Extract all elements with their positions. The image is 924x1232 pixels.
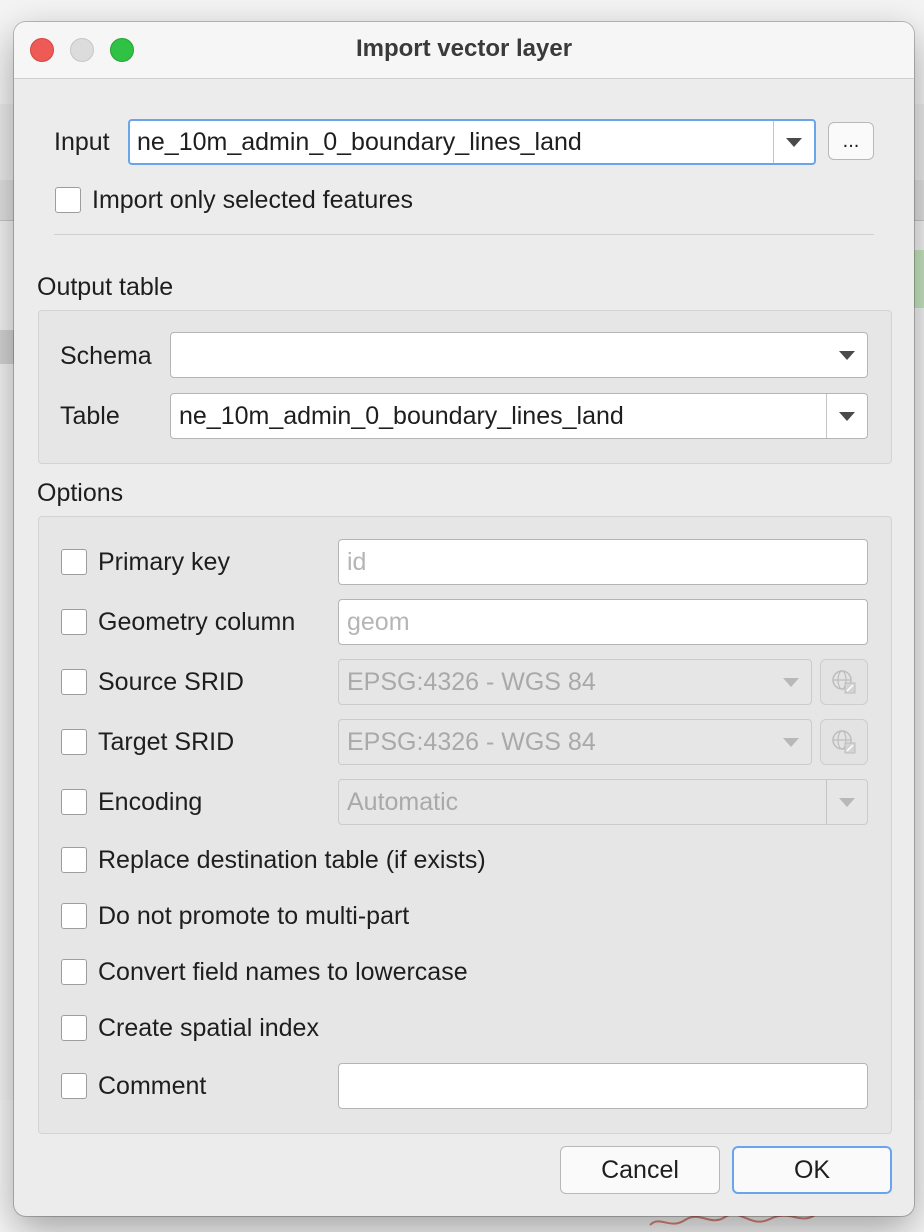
spatial-index-label: Create spatial index	[98, 1014, 319, 1042]
dialog-title: Import vector layer	[355, 35, 573, 62]
import-selected-only-checkbox[interactable]	[55, 187, 81, 213]
input-layer-value: ne_10m_admin_0_boundary_lines_land	[137, 127, 582, 156]
schema-label: Schema	[60, 342, 152, 370]
globe-select-icon	[832, 670, 856, 694]
dialog-titlebar: Import vector layer	[14, 22, 914, 79]
source-srid-label: Source SRID	[98, 668, 244, 696]
target-srid-value: EPSG:4326 - WGS 84	[347, 727, 596, 756]
source-crs-select-button[interactable]	[820, 659, 868, 705]
lowercase-fields-label: Convert field names to lowercase	[98, 958, 468, 986]
table-name-value: ne_10m_admin_0_boundary_lines_land	[179, 401, 624, 430]
no-multipart-label: Do not promote to multi-part	[98, 902, 410, 930]
import-selected-only-label: Import only selected features	[92, 186, 413, 214]
table-name-combobox[interactable]: ne_10m_admin_0_boundary_lines_land	[170, 393, 868, 439]
chevron-down-icon	[783, 738, 799, 747]
target-srid-label: Target SRID	[98, 728, 235, 756]
replace-table-checkbox[interactable]	[61, 847, 87, 873]
no-multipart-checkbox[interactable]	[61, 903, 87, 929]
comment-input[interactable]	[338, 1063, 868, 1109]
primary-key-placeholder: id	[347, 547, 367, 576]
input-label: Input	[54, 128, 110, 156]
globe-select-icon	[832, 730, 856, 754]
target-crs-select-button[interactable]	[820, 719, 868, 765]
spatial-index-checkbox[interactable]	[61, 1015, 87, 1041]
combobox-separator	[773, 121, 774, 163]
geometry-column-label: Geometry column	[98, 608, 296, 636]
browse-button[interactable]: ...	[828, 122, 874, 160]
geometry-column-placeholder: geom	[347, 607, 410, 636]
background-highlight	[914, 250, 924, 308]
primary-key-input[interactable]: id	[338, 539, 868, 585]
encoding-label: Encoding	[98, 788, 203, 816]
geometry-column-input[interactable]: geom	[338, 599, 868, 645]
encoding-value: Automatic	[347, 787, 459, 816]
output-table-heading: Output table	[37, 273, 174, 301]
source-srid-value: EPSG:4326 - WGS 84	[347, 667, 596, 696]
table-label: Table	[60, 402, 120, 430]
geometry-column-checkbox[interactable]	[61, 609, 87, 635]
primary-key-checkbox[interactable]	[61, 549, 87, 575]
encoding-checkbox[interactable]	[61, 789, 87, 815]
combobox-separator	[826, 780, 827, 824]
ok-button[interactable]: OK	[732, 1146, 892, 1194]
cancel-button[interactable]: Cancel	[560, 1146, 720, 1194]
section-divider	[54, 234, 874, 235]
chevron-down-icon	[839, 351, 855, 360]
chevron-down-icon	[839, 798, 855, 807]
source-srid-selector[interactable]: EPSG:4326 - WGS 84	[338, 659, 812, 705]
import-vector-layer-dialog: Import vector layer Input ne_10m_admin_0…	[14, 22, 914, 1216]
primary-key-label: Primary key	[98, 548, 230, 576]
chevron-down-icon	[783, 678, 799, 687]
schema-combobox[interactable]	[170, 332, 868, 378]
options-heading: Options	[37, 479, 124, 507]
input-layer-combobox[interactable]: ne_10m_admin_0_boundary_lines_land	[128, 119, 816, 165]
encoding-combobox[interactable]: Automatic	[338, 779, 868, 825]
source-srid-checkbox[interactable]	[61, 669, 87, 695]
chevron-down-icon	[786, 138, 802, 147]
chevron-down-icon	[839, 412, 855, 421]
combobox-separator	[826, 394, 827, 438]
comment-label: Comment	[98, 1072, 207, 1100]
target-srid-selector[interactable]: EPSG:4326 - WGS 84	[338, 719, 812, 765]
background-selected-item	[0, 330, 14, 364]
replace-table-label: Replace destination table (if exists)	[98, 846, 486, 874]
target-srid-checkbox[interactable]	[61, 729, 87, 755]
lowercase-fields-checkbox[interactable]	[61, 959, 87, 985]
comment-checkbox[interactable]	[61, 1073, 87, 1099]
